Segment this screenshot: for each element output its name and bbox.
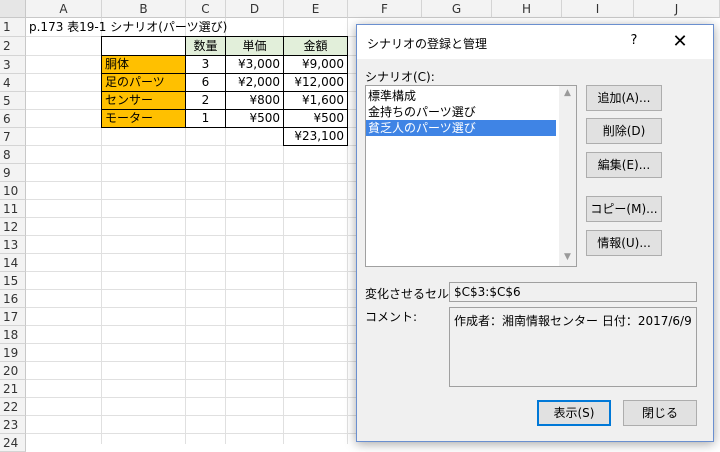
scroll-down-icon[interactable]: ▼ <box>562 252 573 262</box>
add-button[interactable]: 追加(A)... <box>586 85 662 111</box>
gridline <box>26 199 356 200</box>
column-header-i[interactable]: I <box>562 0 634 18</box>
header-price[interactable]: 単価 <box>225 36 284 56</box>
gridline <box>26 289 356 290</box>
row-header-15[interactable]: 15 <box>0 272 26 290</box>
row-header-3[interactable]: 3 <box>0 56 26 74</box>
column-header-a[interactable]: A <box>26 0 102 18</box>
column-header-f[interactable]: F <box>348 0 422 18</box>
row-header-7[interactable]: 7 <box>0 128 26 146</box>
select-all-corner[interactable] <box>0 0 26 18</box>
row-header-13[interactable]: 13 <box>0 236 26 254</box>
row-header-24[interactable]: 24 <box>0 434 26 452</box>
item-price-cell[interactable]: ¥500 <box>225 109 284 128</box>
show-button[interactable]: 表示(S) <box>537 400 611 426</box>
gridline <box>26 343 356 344</box>
copy-button[interactable]: コピー(M)... <box>586 196 662 222</box>
gridline <box>26 181 356 182</box>
delete-button[interactable]: 削除(D) <box>586 118 662 144</box>
row-header-14[interactable]: 14 <box>0 254 26 272</box>
item-amount-cell[interactable]: ¥12,000 <box>283 73 348 92</box>
item-amount-cell[interactable]: ¥500 <box>283 109 348 128</box>
edit-button[interactable]: 編集(E)... <box>586 152 662 178</box>
column-header-h[interactable]: H <box>492 0 562 18</box>
gridline <box>26 235 356 236</box>
row-header-22[interactable]: 22 <box>0 398 26 416</box>
row-header-20[interactable]: 20 <box>0 362 26 380</box>
row-header-1[interactable]: 1 <box>0 18 26 37</box>
dialog-titlebar[interactable]: シナリオの登録と管理 ? ✕ <box>357 25 713 59</box>
row-header-6[interactable]: 6 <box>0 110 26 128</box>
row-header-21[interactable]: 21 <box>0 380 26 398</box>
gridline <box>26 379 356 380</box>
scroll-up-icon[interactable]: ▲ <box>562 88 573 98</box>
gridline <box>26 433 356 434</box>
row-header-17[interactable]: 17 <box>0 308 26 326</box>
scenario-item[interactable]: 金持ちのパーツ選び <box>366 104 556 120</box>
row-header-12[interactable]: 12 <box>0 218 26 236</box>
changing-cells-field: $C$3:$C$6 <box>449 282 697 302</box>
column-header-d[interactable]: D <box>226 0 284 18</box>
dialog-title: シナリオの登録と管理 <box>367 37 488 51</box>
item-name-cell[interactable]: 胴体 <box>101 55 186 74</box>
gridline <box>26 415 356 416</box>
scenario-item[interactable]: 標準構成 <box>366 88 556 104</box>
comment-label: コメント: <box>365 310 418 324</box>
column-header-g[interactable]: G <box>422 0 492 18</box>
info-button[interactable]: 情報(U)... <box>586 230 662 256</box>
gridline <box>26 271 356 272</box>
header-qty[interactable]: 数量 <box>185 36 226 56</box>
column-header-e[interactable]: E <box>284 0 348 18</box>
row-header-10[interactable]: 10 <box>0 182 26 200</box>
row-header-8[interactable]: 8 <box>0 146 26 164</box>
gridline <box>26 325 356 326</box>
item-qty-cell[interactable]: 1 <box>185 109 226 128</box>
scenario-listbox[interactable]: 標準構成 金持ちのパーツ選び 貧乏人のパーツ選び ▲ ▼ <box>365 85 577 267</box>
row-header-23[interactable]: 23 <box>0 416 26 434</box>
item-price-cell[interactable]: ¥3,000 <box>225 55 284 74</box>
cell-a1-title[interactable]: p.173 表19-1 シナリオ(パーツ選び) <box>26 18 230 37</box>
gridline <box>26 217 356 218</box>
item-qty-cell[interactable]: 2 <box>185 91 226 110</box>
scenario-list-label: シナリオ(C): <box>365 70 435 84</box>
item-price-cell[interactable]: ¥2,000 <box>225 73 284 92</box>
help-button[interactable]: ? <box>625 33 643 51</box>
item-name-cell[interactable]: 足のパーツ <box>101 73 186 92</box>
row-header-4[interactable]: 4 <box>0 74 26 92</box>
comment-field: 作成者：湘南情報センター 日付：2017/6/9 <box>449 307 697 387</box>
item-name-cell[interactable]: モーター <box>101 109 186 128</box>
item-amount-cell[interactable]: ¥9,000 <box>283 55 348 74</box>
changing-cells-label: 変化させるセル: <box>365 287 454 301</box>
header-amount[interactable]: 金額 <box>283 36 348 56</box>
item-amount-cell[interactable]: ¥1,600 <box>283 91 348 110</box>
row-header-9[interactable]: 9 <box>0 164 26 182</box>
row-header-5[interactable]: 5 <box>0 92 26 110</box>
scenario-item-selected[interactable]: 貧乏人のパーツ選び <box>366 120 556 136</box>
row-header-2[interactable]: 2 <box>0 37 26 56</box>
gridline <box>26 307 356 308</box>
item-qty-cell[interactable]: 6 <box>185 73 226 92</box>
gridline <box>26 397 356 398</box>
close-button[interactable]: 閉じる <box>623 400 697 426</box>
item-name-cell[interactable]: センサー <box>101 91 186 110</box>
gridline <box>26 361 356 362</box>
column-header-c[interactable]: C <box>186 0 226 18</box>
column-header-j[interactable]: J <box>634 0 720 18</box>
row-header-18[interactable]: 18 <box>0 326 26 344</box>
cell-b2[interactable] <box>101 36 186 56</box>
gridline <box>26 253 356 254</box>
close-icon[interactable]: ✕ <box>669 31 691 53</box>
row-header-11[interactable]: 11 <box>0 200 26 218</box>
item-price-cell[interactable]: ¥800 <box>225 91 284 110</box>
row-header-16[interactable]: 16 <box>0 290 26 308</box>
scenario-manager-dialog: シナリオの登録と管理 ? ✕ シナリオ(C): 標準構成 金持ちのパーツ選び 貧… <box>356 24 714 442</box>
listbox-scrollbar[interactable]: ▲ ▼ <box>559 86 576 266</box>
column-header-b[interactable]: B <box>102 0 186 18</box>
gridline <box>26 163 356 164</box>
total-amount-cell[interactable]: ¥23,100 <box>283 127 348 146</box>
item-qty-cell[interactable]: 3 <box>185 55 226 74</box>
row-header-19[interactable]: 19 <box>0 344 26 362</box>
